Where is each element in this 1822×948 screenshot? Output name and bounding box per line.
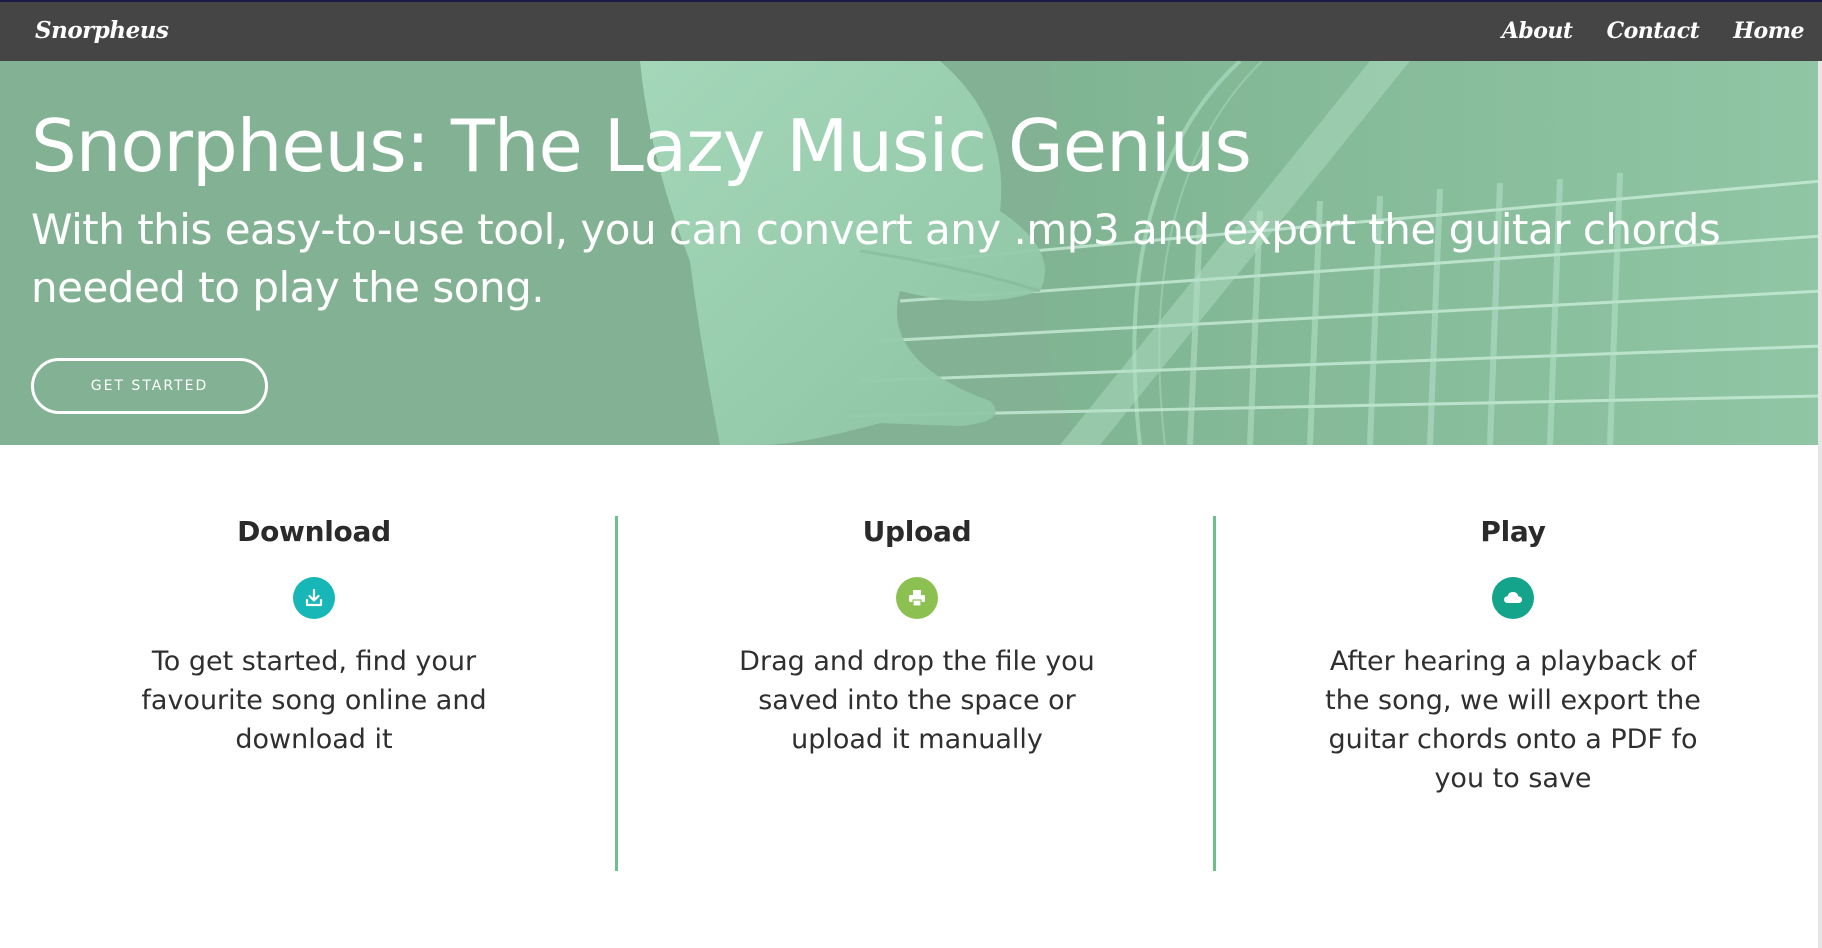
feature-play: Play After hearing a playback of the son… [1318,515,1708,798]
column-divider [1213,516,1216,871]
page-edge-strip [1818,61,1822,948]
feature-description: After hearing a playback of the song, we… [1325,646,1701,794]
navbar: Snorpheus About Contact Home [0,0,1822,61]
features-section: Download To get started, find your favou… [0,445,1818,948]
get-started-button[interactable]: GET STARTED [31,358,268,414]
feature-description: To get started, find your favourite song… [141,646,487,755]
feature-title: Play [1480,515,1546,548]
nav-link-contact[interactable]: Contact [1607,18,1700,44]
hero-title: Snorpheus: The Lazy Music Genius [31,104,1252,188]
feature-description: Drag and drop the file you saved into th… [739,646,1095,755]
cloud-icon [1492,577,1534,619]
download-icon [293,577,335,619]
nav-links: About Contact Home [1502,18,1805,44]
feature-title: Upload [862,515,972,548]
page: Snorpheus About Contact Home Snorpheus: … [0,0,1822,948]
feature-download: Download To get started, find your favou… [114,515,514,759]
feature-upload: Upload Drag and drop the file you saved … [732,515,1102,759]
hero-subtitle: With this easy-to-use tool, you can conv… [31,205,1721,312]
brand-logo-link[interactable]: Snorpheus [35,17,169,44]
nav-link-about[interactable]: About [1502,18,1573,44]
column-divider [615,516,618,871]
nav-link-home[interactable]: Home [1733,18,1804,44]
hero-banner: Snorpheus: The Lazy Music Genius With th… [0,61,1822,445]
printer-icon [896,577,938,619]
feature-title: Download [237,515,391,548]
